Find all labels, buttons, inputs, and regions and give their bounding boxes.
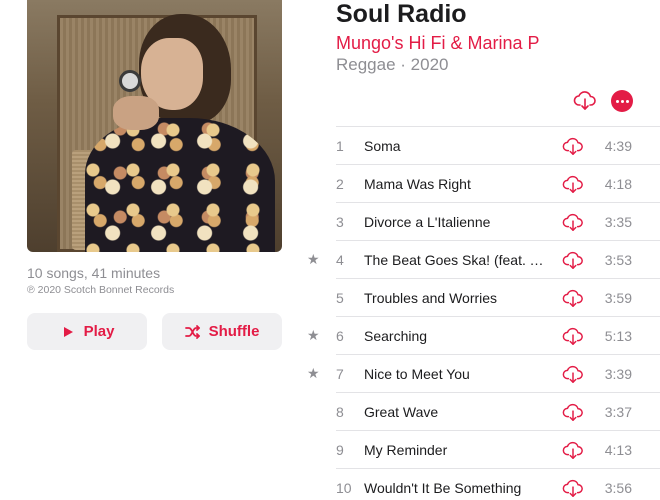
track-row[interactable]: 1 Soma 4:39	[336, 126, 660, 164]
download-track-icon[interactable]	[562, 135, 584, 157]
track-duration: 3:59	[604, 290, 632, 306]
download-track-icon[interactable]	[562, 249, 584, 271]
track-list: 1 Soma 4:39 2 Mama Was Right 4:18 3 Divorce a L…	[336, 126, 660, 500]
favorite-star-icon: ★	[307, 365, 320, 381]
track-duration: 4:18	[604, 176, 632, 192]
album-title: Soul Radio	[336, 0, 467, 28]
more-dot	[625, 99, 629, 103]
track-row[interactable]: 6 Searching 5:13	[336, 316, 660, 354]
download-track-icon[interactable]	[562, 173, 584, 195]
track-number: 2	[336, 176, 344, 192]
play-label: Play	[83, 323, 115, 340]
download-track-icon[interactable]	[562, 477, 584, 499]
favorite-star-icon: ★	[307, 327, 320, 343]
track-title: The Beat Goes Ska! (feat. Ti...	[364, 252, 547, 268]
download-track-icon[interactable]	[562, 325, 584, 347]
shuffle-icon	[184, 324, 201, 340]
track-number: 8	[336, 404, 344, 420]
artwork-dress	[85, 118, 275, 252]
track-row[interactable]: 9 My Reminder 4:13	[336, 430, 660, 468]
track-title: Troubles and Worries	[364, 290, 498, 306]
shuffle-label: Shuffle	[208, 323, 260, 340]
track-title: Nice to Meet You	[364, 366, 470, 382]
play-icon	[60, 324, 76, 340]
track-title: Wouldn't It Be Something	[364, 480, 522, 496]
track-duration: 5:13	[604, 328, 632, 344]
track-row[interactable]: 7 Nice to Meet You 3:39	[336, 354, 660, 392]
album-artist[interactable]: Mungo's Hi Fi & Marina P	[336, 33, 540, 54]
download-track-icon[interactable]	[562, 363, 584, 385]
track-duration: 4:39	[604, 138, 632, 154]
more-options-icon[interactable]	[611, 90, 633, 112]
album-artwork	[27, 0, 282, 252]
track-number: 1	[336, 138, 344, 154]
track-title: Searching	[364, 328, 428, 344]
track-number: 5	[336, 290, 344, 306]
track-row[interactable]: 2 Mama Was Right 4:18	[336, 164, 660, 202]
track-duration: 3:53	[604, 252, 632, 268]
album-summary: 10 songs, 41 minutes	[27, 265, 161, 281]
artwork-hand	[113, 96, 159, 130]
track-number: 9	[336, 442, 344, 458]
download-album-icon[interactable]	[573, 88, 597, 112]
track-duration: 3:37	[604, 404, 632, 420]
favorite-star-icon: ★	[307, 251, 320, 267]
shuffle-button[interactable]: Shuffle	[162, 313, 282, 350]
track-number: 3	[336, 214, 344, 230]
track-title: Divorce a L'Italienne	[364, 214, 491, 230]
download-track-icon[interactable]	[562, 439, 584, 461]
album-genre-year: Reggae · 2020	[336, 55, 449, 74]
track-row[interactable]: 4 The Beat Goes Ska! (feat. Ti... 3:53	[336, 240, 660, 278]
download-track-icon[interactable]	[562, 287, 584, 309]
artwork-microphone	[119, 70, 141, 92]
track-row[interactable]: 8 Great Wave 3:37	[336, 392, 660, 430]
track-duration: 3:35	[604, 214, 632, 230]
track-duration: 3:56	[604, 480, 632, 496]
track-number: 6	[336, 328, 344, 344]
track-number: 4	[336, 252, 344, 268]
more-dot	[615, 99, 619, 103]
track-duration: 4:13	[604, 442, 632, 458]
more-dot	[620, 99, 624, 103]
track-number: 7	[336, 366, 344, 382]
track-row[interactable]: 10 Wouldn't It Be Something 3:56	[336, 468, 660, 500]
track-row[interactable]: 3 Divorce a L'Italienne 3:35	[336, 202, 660, 240]
track-duration: 3:39	[604, 366, 632, 382]
track-title: Great Wave	[364, 404, 439, 420]
track-title: My Reminder	[364, 442, 448, 458]
album-copyright: ℗ 2020 Scotch Bonnet Records	[27, 284, 175, 296]
download-track-icon[interactable]	[562, 401, 584, 423]
track-title: Soma	[364, 138, 401, 154]
play-button[interactable]: Play	[27, 313, 147, 350]
track-number: 10	[336, 480, 352, 496]
track-title: Mama Was Right	[364, 176, 471, 192]
track-row[interactable]: 5 Troubles and Worries 3:59	[336, 278, 660, 316]
download-track-icon[interactable]	[562, 211, 584, 233]
